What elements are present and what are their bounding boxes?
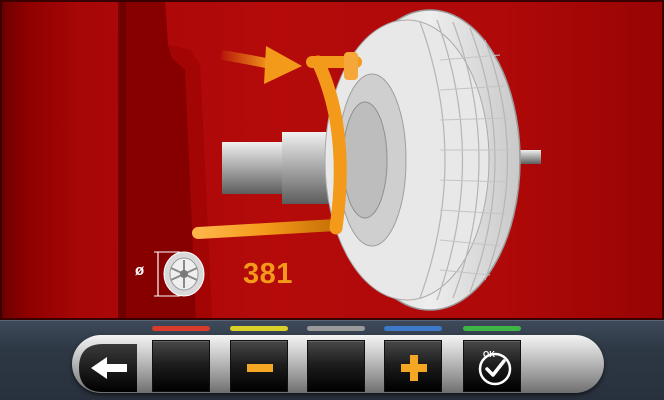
f3-color-strip [307, 326, 365, 331]
f5-color-strip [463, 326, 521, 331]
ok-check-icon: OK [478, 350, 512, 386]
plus-icon [401, 355, 427, 381]
ok-button[interactable]: OK [463, 340, 521, 392]
f4-color-strip [384, 326, 442, 331]
ok-label: OK [483, 350, 495, 359]
back-button[interactable] [79, 344, 137, 392]
diameter-symbol: ø [135, 262, 145, 279]
f1-button[interactable] [152, 340, 210, 392]
direction-arrow-icon [221, 46, 302, 84]
f2-color-strip [230, 326, 288, 331]
f3-button[interactable] [307, 340, 365, 392]
diameter-measurement-scene: ø 381 [0, 0, 664, 320]
f1-color-strip [152, 326, 210, 331]
minus-icon [247, 364, 273, 372]
wheel-balancer-screen: ø 381 OK [0, 0, 664, 400]
back-arrow-icon [79, 344, 137, 392]
increase-button[interactable] [384, 340, 442, 392]
decrease-button[interactable] [230, 340, 288, 392]
scene-illustration [118, 0, 541, 320]
diameter-value: 381 [243, 258, 293, 290]
